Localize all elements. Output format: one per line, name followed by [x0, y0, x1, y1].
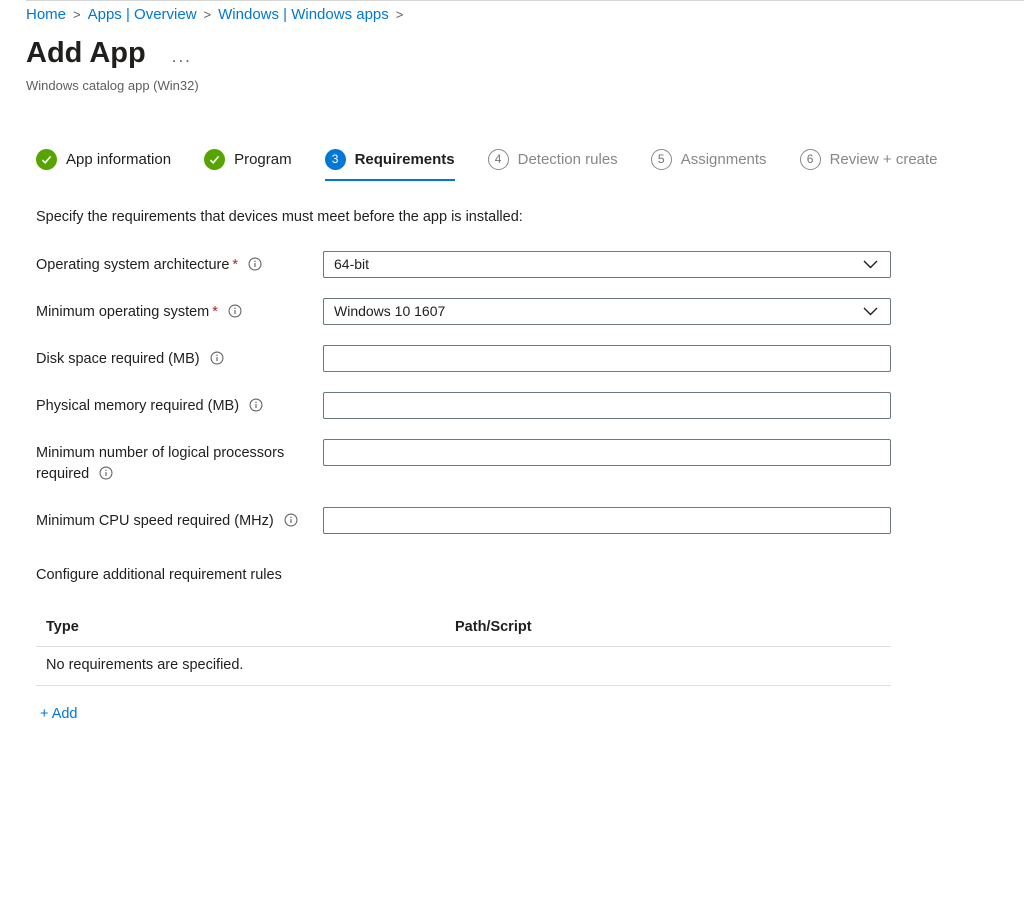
field-row-cpu-speed: Minimum CPU speed required (MHz) [36, 507, 1024, 534]
tab-label: Requirements [355, 151, 455, 168]
field-row-logical-processors: Minimum number of logical processors req… [36, 439, 1024, 487]
tab-label: Assignments [681, 151, 767, 168]
physical-memory-input[interactable] [323, 392, 891, 419]
wizard-steps: App information Program 3 Requirements 4… [36, 149, 1024, 181]
requirements-instruction: Specify the requirements that devices mu… [36, 209, 1024, 225]
field-label-text: Minimum operating system [36, 304, 209, 320]
breadcrumb-separator: > [396, 7, 404, 22]
table-header-row: Type Path/Script [36, 610, 891, 647]
tab-label: App information [66, 151, 171, 168]
field-row-disk-space: Disk space required (MB) [36, 345, 1024, 372]
field-label: Minimum operating system* [36, 298, 323, 325]
field-label: Minimum CPU speed required (MHz) [36, 507, 323, 534]
field-label-text: Physical memory required (MB) [36, 398, 239, 414]
field-label: Disk space required (MB) [36, 345, 323, 372]
disk-space-input[interactable] [323, 345, 891, 372]
required-asterisk: * [212, 304, 218, 320]
required-asterisk: * [232, 257, 238, 273]
chevron-down-icon [863, 260, 878, 269]
column-header-path-script: Path/Script [455, 610, 891, 646]
page-title: Add App [26, 38, 146, 70]
min-os-select[interactable]: Windows 10 1607 [323, 298, 891, 325]
breadcrumb-home-link[interactable]: Home [26, 6, 66, 23]
field-row-physical-memory: Physical memory required (MB) [36, 392, 1024, 419]
field-label-text: Operating system architecture [36, 257, 229, 273]
breadcrumb: Home > Apps | Overview > Windows | Windo… [26, 1, 1024, 23]
info-icon[interactable] [249, 398, 263, 419]
more-options-button[interactable]: ... [172, 48, 192, 65]
column-header-type: Type [36, 610, 455, 646]
additional-rules-heading: Configure additional requirement rules [36, 567, 1024, 583]
page-subtitle: Windows catalog app (Win32) [26, 78, 1024, 93]
tab-app-information[interactable]: App information [36, 149, 171, 181]
tab-label: Detection rules [518, 151, 618, 168]
empty-message: No requirements are specified. [36, 647, 455, 685]
field-label-text: Disk space required (MB) [36, 351, 200, 367]
os-architecture-select[interactable]: 64-bit [323, 251, 891, 278]
tab-label: Program [234, 151, 292, 168]
cpu-speed-input[interactable] [323, 507, 891, 534]
breadcrumb-separator: > [73, 7, 81, 22]
field-label-text: Minimum number of logical processors req… [36, 445, 284, 482]
breadcrumb-separator: > [204, 7, 212, 22]
add-app-blade: Home > Apps | Overview > Windows | Windo… [0, 1, 1024, 763]
add-requirement-link[interactable]: + Add [40, 706, 78, 722]
check-icon [36, 149, 57, 170]
step-number: 5 [651, 149, 672, 170]
field-label: Minimum number of logical processors req… [36, 439, 323, 487]
selected-value: Windows 10 1607 [334, 303, 445, 319]
tab-review-create[interactable]: 6 Review + create [800, 149, 938, 181]
step-number: 4 [488, 149, 509, 170]
selected-value: 64-bit [334, 256, 369, 272]
info-icon[interactable] [228, 304, 242, 325]
tab-label: Review + create [830, 151, 938, 168]
check-icon [204, 149, 225, 170]
info-icon[interactable] [99, 466, 113, 487]
tab-assignments[interactable]: 5 Assignments [651, 149, 767, 181]
breadcrumb-apps-overview-link[interactable]: Apps | Overview [88, 6, 197, 23]
field-row-os-architecture: Operating system architecture* 64-bit [36, 251, 1024, 278]
logical-processors-input[interactable] [323, 439, 891, 466]
tab-detection-rules[interactable]: 4 Detection rules [488, 149, 618, 181]
info-icon[interactable] [210, 351, 224, 372]
field-label: Physical memory required (MB) [36, 392, 323, 419]
step-number: 3 [325, 149, 346, 170]
tab-requirements[interactable]: 3 Requirements [325, 149, 455, 181]
table-empty-row: No requirements are specified. [36, 647, 891, 686]
tab-program[interactable]: Program [204, 149, 292, 181]
page-header: Add App ... Windows catalog app (Win32) [26, 38, 1024, 93]
info-icon[interactable] [248, 257, 262, 278]
field-row-min-os: Minimum operating system* Windows 10 160… [36, 298, 1024, 325]
breadcrumb-windows-apps-link[interactable]: Windows | Windows apps [218, 6, 389, 23]
step-number: 6 [800, 149, 821, 170]
info-icon[interactable] [284, 513, 298, 534]
field-label-text: Minimum CPU speed required (MHz) [36, 513, 274, 529]
field-label: Operating system architecture* [36, 251, 323, 278]
chevron-down-icon [863, 307, 878, 316]
requirement-rules-table: Type Path/Script No requirements are spe… [36, 610, 891, 686]
